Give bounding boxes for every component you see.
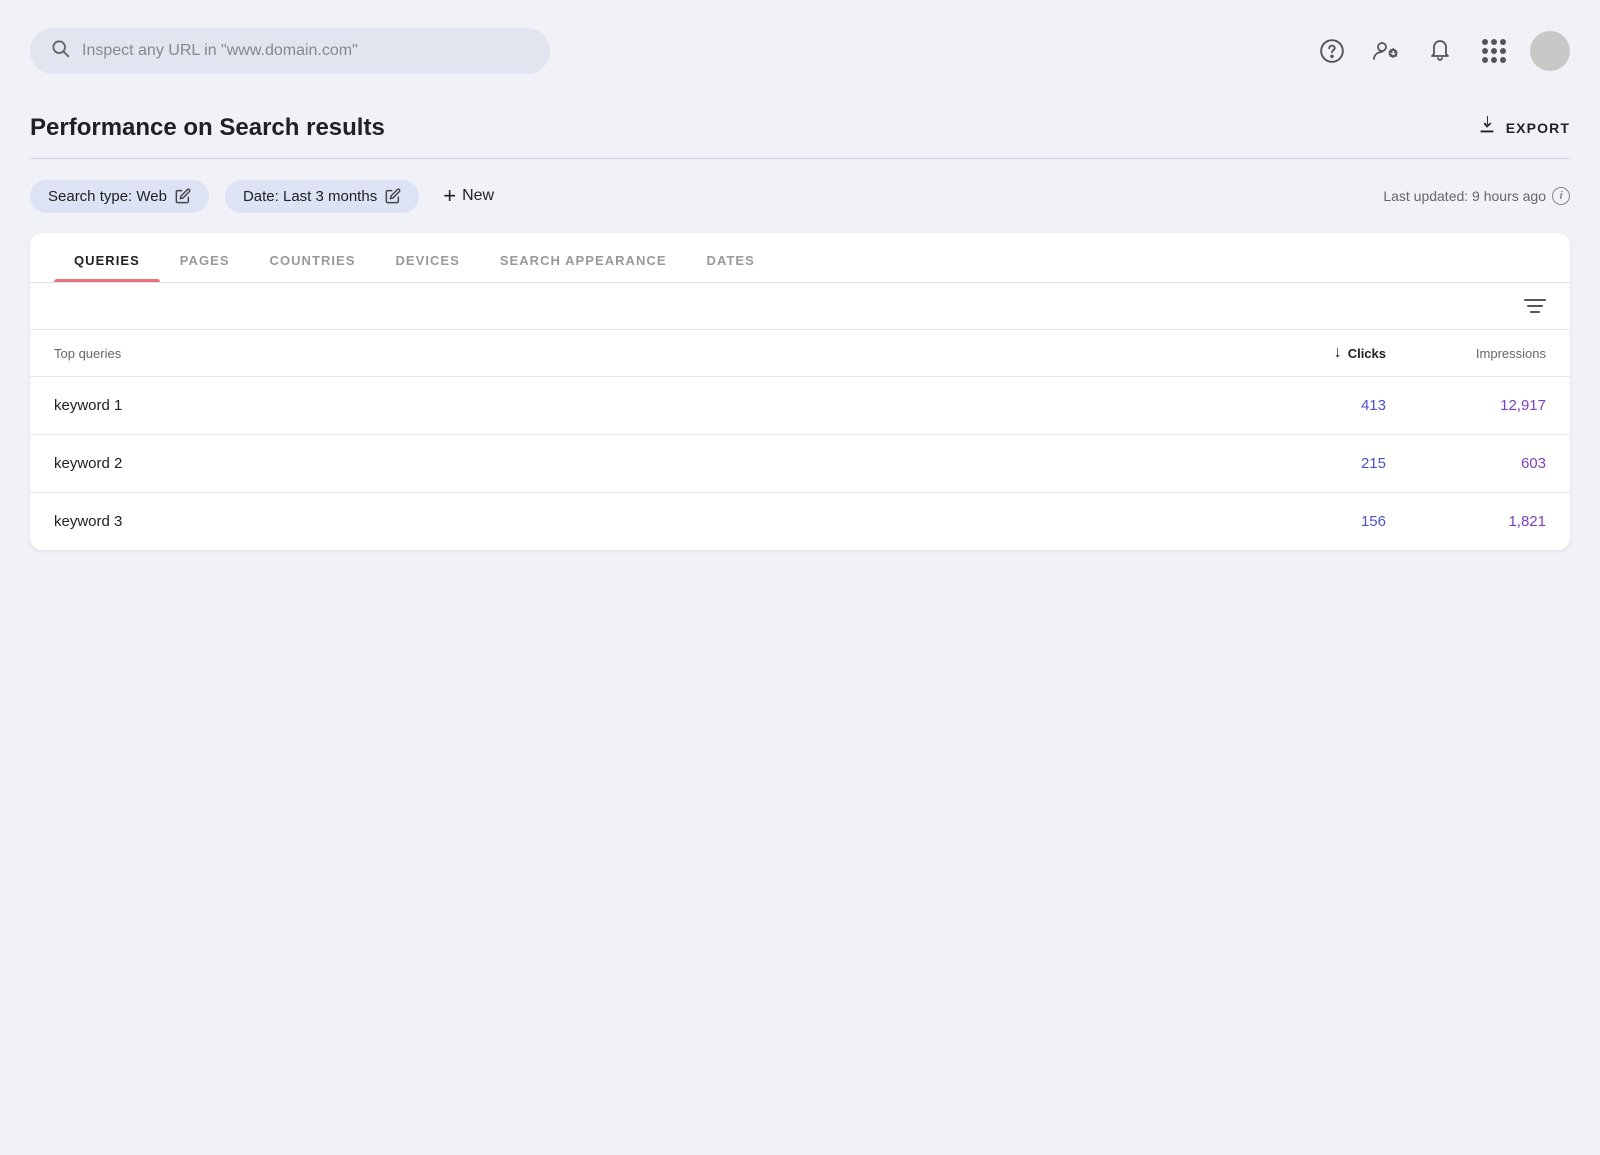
- filter-line-2: [1527, 305, 1543, 307]
- new-button-label: New: [462, 187, 494, 205]
- export-icon: [1476, 114, 1498, 142]
- filter-bar: Search type: Web Date: Last 3 months + N…: [30, 179, 1570, 213]
- row-clicks-1[interactable]: 413: [1226, 397, 1386, 414]
- table-header: Top queries ↓ Clicks Impressions: [30, 330, 1570, 377]
- col-impressions-header[interactable]: Impressions: [1386, 346, 1546, 361]
- export-button[interactable]: EXPORT: [1476, 114, 1570, 142]
- search-icon: [50, 38, 70, 64]
- page-title: Performance on Search results: [30, 114, 385, 142]
- new-filter-button[interactable]: + New: [435, 179, 502, 213]
- user-management-icon[interactable]: [1368, 33, 1404, 69]
- tab-dates[interactable]: DATES: [687, 233, 775, 282]
- last-updated-text: Last updated: 9 hours ago: [1383, 188, 1546, 204]
- row-impressions-1[interactable]: 12,917: [1386, 397, 1546, 414]
- table-row: keyword 3 156 1,821: [30, 493, 1570, 550]
- row-clicks-3[interactable]: 156: [1226, 513, 1386, 530]
- date-filter[interactable]: Date: Last 3 months: [225, 180, 419, 213]
- top-icons: [1314, 31, 1570, 71]
- card-filter-row: [30, 283, 1570, 330]
- row-query-2: keyword 2: [54, 455, 1226, 472]
- row-query-3: keyword 3: [54, 513, 1226, 530]
- plus-icon: +: [443, 183, 456, 209]
- row-impressions-3[interactable]: 1,821: [1386, 513, 1546, 530]
- sort-arrow-icon: ↓: [1334, 344, 1342, 362]
- row-impressions-2[interactable]: 603: [1386, 455, 1546, 472]
- header-divider: [30, 158, 1570, 159]
- row-query-1: keyword 1: [54, 397, 1226, 414]
- grid-dots: [1482, 39, 1506, 63]
- last-updated-info-icon[interactable]: i: [1552, 187, 1570, 205]
- url-search-bar[interactable]: Inspect any URL in "www.domain.com": [30, 28, 550, 74]
- page-header: Performance on Search results EXPORT: [30, 114, 1570, 142]
- edit-date-icon: [385, 188, 401, 204]
- search-type-label: Search type: Web: [48, 188, 167, 205]
- notifications-icon[interactable]: [1422, 33, 1458, 69]
- tab-pages[interactable]: PAGES: [160, 233, 250, 282]
- col-query-header: Top queries: [54, 346, 1226, 361]
- tab-queries[interactable]: QUERIES: [54, 233, 160, 282]
- row-clicks-2[interactable]: 215: [1226, 455, 1386, 472]
- table-row: keyword 2 215 603: [30, 435, 1570, 493]
- last-updated-info: Last updated: 9 hours ago i: [1383, 187, 1570, 205]
- filter-sort-icon[interactable]: [1524, 299, 1546, 313]
- main-card: QUERIES PAGES COUNTRIES DEVICES SEARCH A…: [30, 233, 1570, 550]
- table-row: keyword 1 413 12,917: [30, 377, 1570, 435]
- date-filter-label: Date: Last 3 months: [243, 188, 377, 205]
- edit-icon: [175, 188, 191, 204]
- top-bar: Inspect any URL in "www.domain.com": [30, 20, 1570, 82]
- tab-countries[interactable]: COUNTRIES: [250, 233, 376, 282]
- export-label: EXPORT: [1506, 120, 1570, 136]
- col-clicks-header[interactable]: ↓ Clicks: [1226, 344, 1386, 362]
- tab-search-appearance[interactable]: SEARCH APPEARANCE: [480, 233, 687, 282]
- apps-grid-icon[interactable]: [1476, 33, 1512, 69]
- filter-line-3: [1530, 311, 1540, 313]
- tab-devices[interactable]: DEVICES: [375, 233, 479, 282]
- filter-line-1: [1524, 299, 1546, 301]
- avatar[interactable]: [1530, 31, 1570, 71]
- tabs-bar: QUERIES PAGES COUNTRIES DEVICES SEARCH A…: [30, 233, 1570, 283]
- help-icon[interactable]: [1314, 33, 1350, 69]
- search-bar-placeholder: Inspect any URL in "www.domain.com": [82, 42, 530, 60]
- search-type-filter[interactable]: Search type: Web: [30, 180, 209, 213]
